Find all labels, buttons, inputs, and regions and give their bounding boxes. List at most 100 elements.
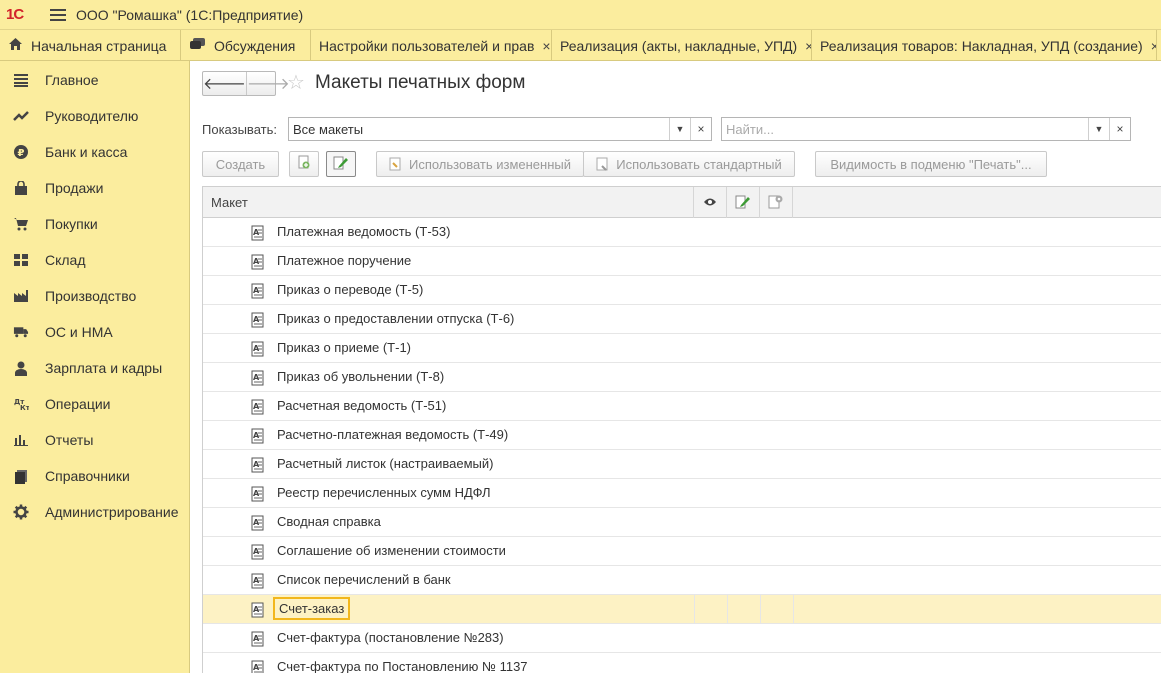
template-name: Список перечислений в банк — [277, 572, 451, 587]
table-row[interactable]: A Приказ о переводе (Т-5) — [203, 276, 1161, 305]
copy-icon — [297, 155, 311, 173]
column-header-template[interactable]: Макет — [203, 187, 694, 218]
table-row[interactable]: A Расчетно-платежная ведомость (Т-49) — [203, 421, 1161, 450]
truck-icon — [13, 324, 29, 340]
ruble-icon: ₽ — [13, 144, 29, 160]
sidebar-item-manager[interactable]: Руководителю — [0, 98, 189, 134]
template-settings-icon — [768, 194, 784, 212]
table-row[interactable]: A Соглашение об изменении стоимости — [203, 537, 1161, 566]
dropdown-arrow-icon[interactable]: ▼ — [669, 118, 690, 140]
nav-buttons: 🡐 🡒 — [202, 71, 290, 96]
sidebar-item-label: Покупки — [45, 216, 98, 232]
copy-button[interactable] — [289, 151, 319, 177]
print-visibility-button[interactable]: Видимость в подменю "Печать"... — [815, 151, 1047, 177]
template-name: Расчетно-платежная ведомость (Т-49) — [277, 427, 509, 442]
table-row[interactable]: A Счет-фактура по Постановлению № 1137 — [203, 653, 1161, 673]
sidebar-item-salary[interactable]: Зарплата и кадры — [0, 350, 189, 386]
sidebar-item-label: Продажи — [45, 180, 104, 196]
sidebar-item-administration[interactable]: Администрирование — [0, 494, 189, 530]
table-row[interactable]: A Список перечислений в банк — [203, 566, 1161, 595]
table-row[interactable]: A Приказ о приеме (Т-1) — [203, 334, 1161, 363]
sidebar-item-production[interactable]: Производство — [0, 278, 189, 314]
templates-table: Макет A Платежная ведомость (Т-53) A Платеж… — [202, 186, 1161, 673]
close-icon[interactable]: × — [1151, 38, 1156, 54]
table-row[interactable]: A Расчетная ведомость (Т-51) — [203, 392, 1161, 421]
sidebar-item-label: Зарплата и кадры — [45, 360, 163, 376]
close-icon[interactable]: × — [542, 38, 550, 54]
table-row[interactable]: A Счет-заказ — [203, 595, 1161, 624]
cart-icon — [13, 216, 29, 232]
column-header-settings[interactable] — [760, 187, 793, 218]
document-template-icon: A — [250, 573, 266, 592]
back-arrow-icon[interactable]: 🡐 — [203, 72, 246, 95]
document-template-icon: A — [250, 399, 266, 418]
sidebar-item-label: Склад — [45, 252, 86, 268]
document-template-icon: A — [250, 602, 266, 621]
table-row[interactable]: A Сводная справка — [203, 508, 1161, 537]
document-template-icon: A — [250, 370, 266, 389]
forward-arrow-icon[interactable]: 🡒 — [245, 72, 290, 95]
cell-divider — [694, 595, 695, 624]
bag-icon — [13, 180, 29, 196]
document-template-icon: A — [250, 428, 266, 447]
tab-discussions[interactable]: Обсуждения — [181, 30, 311, 61]
sidebar-item-sales[interactable]: Продажи — [0, 170, 189, 206]
column-header-visible[interactable] — [694, 187, 727, 218]
sidebar-item-operations[interactable]: Дт Кт Операции — [0, 386, 189, 422]
sidebar-item-purchases[interactable]: Покупки — [0, 206, 189, 242]
table-row[interactable]: A Счет-фактура (постановление №283) — [203, 624, 1161, 653]
table-row[interactable]: A Реестр перечисленных сумм НДФЛ — [203, 479, 1161, 508]
template-name: Счет-фактура по Постановлению № 1137 — [277, 659, 528, 673]
sidebar-item-label: Отчеты — [45, 432, 94, 448]
bar-chart-icon — [13, 432, 29, 448]
close-icon[interactable]: × — [805, 38, 811, 54]
use-standard-label: Использовать стандартный — [616, 156, 782, 172]
tab-label: Начальная страница — [31, 37, 167, 54]
svg-text:₽: ₽ — [18, 148, 25, 159]
table-row[interactable]: A Приказ об увольнении (Т-8) — [203, 363, 1161, 392]
tab-sales-list[interactable]: Реализация (акты, накладные, УПД) × — [552, 30, 812, 61]
favorite-star-icon[interactable]: ☆ — [287, 73, 305, 93]
app-title: ООО "Ромашка" (1С:Предприятие) — [76, 6, 304, 23]
use-standard-button[interactable]: Использовать стандартный — [583, 151, 795, 177]
create-button[interactable]: Создать — [202, 151, 279, 177]
table-row[interactable]: A Приказ о предоставлении отпуска (Т-6) — [203, 305, 1161, 334]
sidebar-item-label: Администрирование — [45, 504, 179, 520]
clear-icon[interactable]: × — [690, 118, 711, 140]
sidebar-item-label: Главное — [45, 72, 99, 88]
template-name: Приказ об увольнении (Т-8) — [277, 369, 445, 384]
document-template-icon: A — [250, 254, 266, 273]
document-template-icon: A — [250, 515, 266, 534]
sidebar-item-reports[interactable]: Отчеты — [0, 422, 189, 458]
tab-user-settings[interactable]: Настройки пользователей и прав × — [311, 30, 552, 61]
table-row[interactable]: A Расчетный листок (настраиваемый) — [203, 450, 1161, 479]
template-modified-icon — [389, 157, 403, 172]
eye-icon — [703, 195, 717, 210]
table-row[interactable]: A Платежная ведомость (Т-53) — [203, 218, 1161, 247]
sidebar-item-bank[interactable]: ₽ Банк и касса — [0, 134, 189, 170]
sidebar-item-fixed-assets[interactable]: ОС и НМА — [0, 314, 189, 350]
tab-home[interactable]: Начальная страница — [0, 30, 181, 61]
chat-icon — [189, 37, 206, 54]
template-name: Платежное поручение — [277, 253, 412, 268]
cell-divider — [727, 595, 728, 624]
use-modified-label: Использовать измененный — [408, 156, 572, 172]
show-filter-select[interactable]: Все макеты ▼ × — [288, 117, 712, 141]
column-header-modified[interactable] — [727, 187, 760, 218]
tab-label: Обсуждения — [214, 37, 296, 54]
show-filter-value: Все макеты — [293, 121, 364, 137]
dropdown-arrow-icon[interactable]: ▼ — [1088, 118, 1109, 140]
use-modified-button[interactable]: Использовать измененный — [376, 151, 584, 177]
sidebar-item-warehouse[interactable]: Склад — [0, 242, 189, 278]
edit-button[interactable] — [326, 151, 356, 177]
clear-icon[interactable]: × — [1109, 118, 1130, 140]
main-menu-icon[interactable] — [50, 8, 66, 21]
sidebar-item-catalogs[interactable]: Справочники — [0, 458, 189, 494]
document-template-icon: A — [250, 312, 266, 331]
sidebar-item-main[interactable]: Главное — [0, 62, 189, 98]
list-icon — [13, 72, 29, 88]
tab-sales-create[interactable]: Реализация товаров: Накладная, УПД (созд… — [812, 30, 1157, 61]
document-template-icon: A — [250, 631, 266, 650]
search-input[interactable]: Найти... ▼ × — [721, 117, 1131, 141]
table-row[interactable]: A Платежное поручение — [203, 247, 1161, 276]
